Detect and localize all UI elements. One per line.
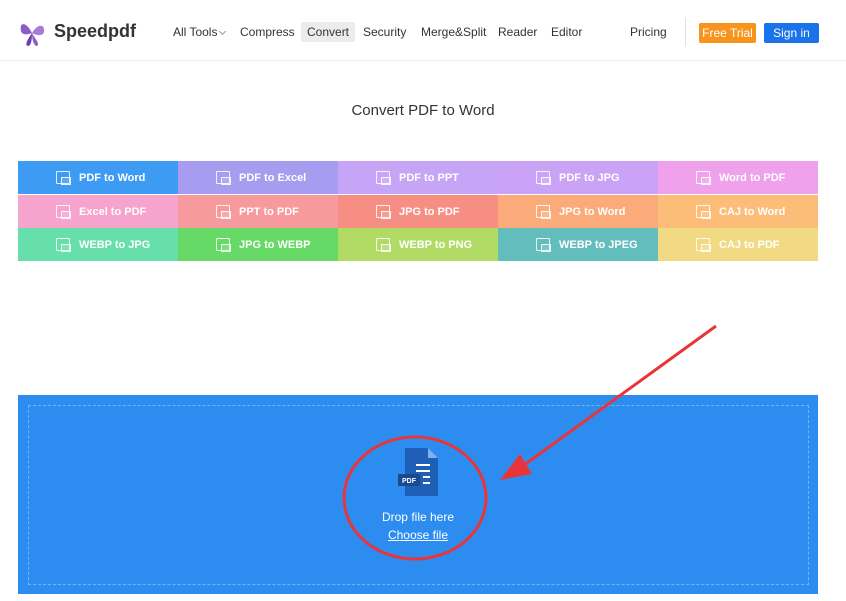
document-image-icon [536, 205, 551, 219]
nav-merge-split[interactable]: Merge&Split [421, 22, 486, 42]
tool-tile[interactable]: JPG to WEBP [178, 228, 338, 261]
document-image-icon [696, 205, 711, 219]
document-image-icon [56, 205, 71, 219]
tool-tile[interactable]: PPT to PDF [178, 195, 338, 228]
choose-file-link[interactable]: Choose file [318, 528, 518, 542]
nav-all-tools[interactable]: All Tools [173, 22, 227, 42]
document-image-icon [56, 171, 71, 185]
tool-label: PDF to JPG [559, 171, 620, 184]
tool-tile[interactable]: PDF to JPG [498, 161, 658, 194]
tool-label: JPG to WEBP [239, 238, 311, 251]
tool-tile[interactable]: Word to PDF [658, 161, 818, 194]
tool-label: PDF to Word [79, 171, 146, 184]
tool-label: PDF to Excel [239, 171, 307, 184]
tool-tile[interactable]: JPG to PDF [338, 195, 498, 228]
tool-label: Word to PDF [719, 171, 786, 184]
nav-convert[interactable]: Convert [301, 22, 356, 42]
nav-reader[interactable]: Reader [498, 22, 537, 42]
tool-tile[interactable]: CAJ to PDF [658, 228, 818, 261]
nav-security[interactable]: Security [363, 22, 406, 42]
tool-label: CAJ to PDF [719, 238, 780, 251]
nav-pricing[interactable]: Pricing [630, 22, 667, 42]
tool-tile[interactable]: PDF to Word [18, 161, 178, 194]
tool-label: WEBP to JPG [79, 238, 151, 251]
tool-tile[interactable]: PDF to PPT [338, 161, 498, 194]
document-image-icon [376, 171, 391, 185]
tool-tile[interactable]: WEBP to JPEG [498, 228, 658, 261]
tool-label: JPG to Word [559, 205, 626, 218]
tool-label: CAJ to Word [719, 205, 786, 218]
header-divider [685, 18, 686, 46]
top-header: Speedpdf All Tools Compress Convert Secu… [0, 0, 846, 61]
sign-in-button[interactable]: Sign in [764, 23, 819, 43]
page-title: Convert PDF to Word [351, 102, 495, 119]
tool-label: WEBP to PNG [399, 238, 473, 251]
tool-tile[interactable]: CAJ to Word [658, 195, 818, 228]
brand-name[interactable]: Speedpdf [54, 21, 136, 42]
pdf-badge-text: PDF [402, 478, 417, 485]
nav-compress[interactable]: Compress [240, 22, 295, 42]
free-trial-button[interactable]: Free Trial [699, 23, 756, 43]
tool-label: Excel to PDF [79, 205, 147, 218]
tool-tile[interactable]: WEBP to PNG [338, 228, 498, 261]
document-image-icon [536, 238, 551, 252]
document-image-icon [536, 171, 551, 185]
document-image-icon [696, 171, 711, 185]
tool-label: JPG to PDF [399, 205, 460, 218]
document-image-icon [696, 238, 711, 252]
tool-tile[interactable]: WEBP to JPG [18, 228, 178, 261]
tool-tile[interactable]: JPG to Word [498, 195, 658, 228]
tool-tile[interactable]: Excel to PDF [18, 195, 178, 228]
document-image-icon [216, 171, 231, 185]
tool-label: PPT to PDF [239, 205, 299, 218]
document-image-icon [216, 238, 231, 252]
tool-tile[interactable]: PDF to Excel [178, 161, 338, 194]
chevron-down-icon [219, 27, 227, 36]
pdf-file-icon[interactable]: PDF [398, 447, 440, 497]
document-image-icon [56, 238, 71, 252]
tool-grid: PDF to Word PDF to Excel PDF to PPT PDF … [18, 161, 818, 261]
tool-label: PDF to PPT [399, 171, 459, 184]
nav-editor[interactable]: Editor [551, 22, 582, 42]
document-image-icon [376, 205, 391, 219]
document-image-icon [376, 238, 391, 252]
nav-all-tools-label: All Tools [173, 25, 218, 39]
butterfly-logo-icon[interactable] [18, 19, 46, 47]
tool-label: WEBP to JPEG [559, 238, 638, 251]
drop-file-text: Drop file here [381, 510, 455, 524]
document-image-icon [216, 205, 231, 219]
